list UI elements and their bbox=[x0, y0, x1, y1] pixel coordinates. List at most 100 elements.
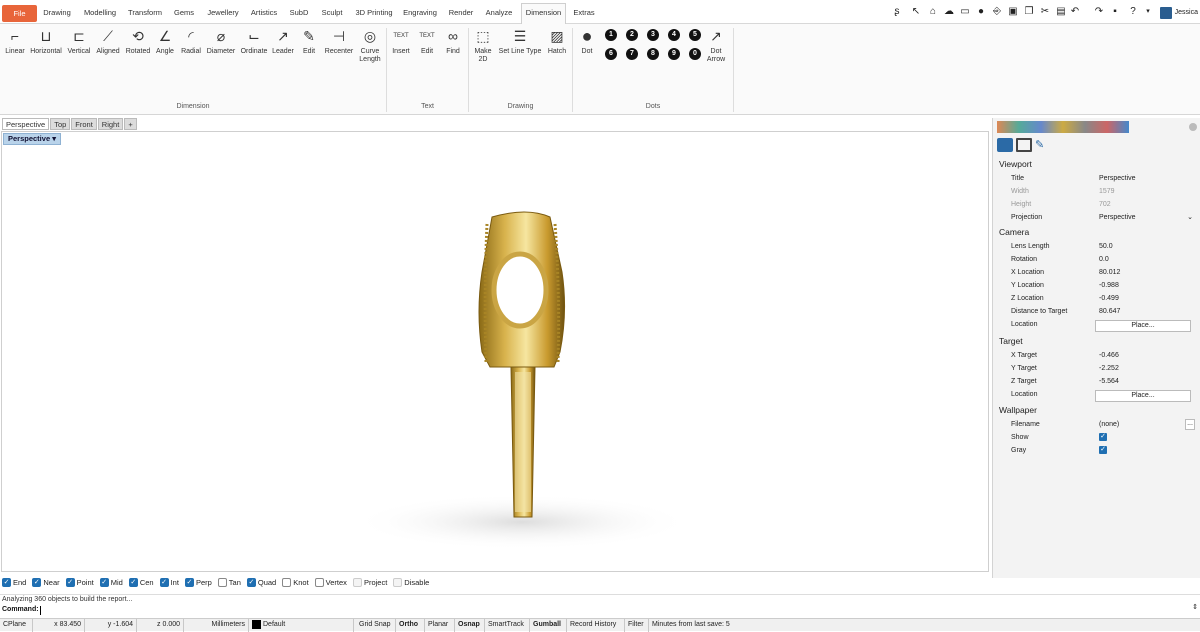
close-panel-icon[interactable] bbox=[1189, 123, 1197, 131]
y-location-value[interactable]: -0.988 bbox=[1099, 279, 1195, 291]
cloud-icon[interactable]: ☁ bbox=[942, 5, 956, 19]
chevron-down-icon[interactable]: ▾ bbox=[1141, 5, 1155, 19]
osnap-toggle[interactable]: Osnap bbox=[455, 619, 485, 632]
grid-snap-toggle[interactable]: Grid Snap bbox=[356, 619, 396, 632]
diameter-button[interactable]: ⌀ Diameter bbox=[204, 26, 238, 56]
chevron-down-icon[interactable]: ⌄ bbox=[1187, 211, 1193, 224]
dot-9-button[interactable]: 9 bbox=[668, 48, 680, 60]
osnap-disable[interactable]: Disable bbox=[393, 578, 429, 587]
x-location-value[interactable]: 80.012 bbox=[1099, 266, 1195, 278]
osnap-checkbox[interactable]: ✓ bbox=[128, 578, 138, 587]
osnap-project[interactable]: Project bbox=[352, 578, 387, 587]
dot-4-button[interactable]: 4 bbox=[668, 29, 680, 41]
tab-dimension[interactable]: Dimension bbox=[521, 3, 566, 24]
planar-toggle[interactable]: Planar bbox=[425, 619, 455, 632]
tab-analyze[interactable]: Analyze bbox=[481, 4, 517, 22]
scroll-arrows-icon[interactable]: ⇕ bbox=[1192, 603, 1198, 611]
dot-2-button[interactable]: 2 bbox=[626, 29, 638, 41]
hatch-button[interactable]: ▨ Hatch bbox=[545, 26, 569, 56]
tab-perspective[interactable]: Perspective bbox=[2, 118, 50, 130]
osnap-near[interactable]: ✓ Near bbox=[32, 578, 60, 587]
osnap-checkbox[interactable]: ✓ bbox=[99, 578, 109, 587]
osnap-mid[interactable]: ✓ Mid bbox=[99, 578, 123, 587]
osnap-checkbox[interactable]: ✓ bbox=[184, 578, 194, 587]
browse-button[interactable]: ... bbox=[1185, 419, 1195, 430]
tab-3d-printing[interactable]: 3D Printing bbox=[351, 4, 397, 22]
tab-transform[interactable]: Transform bbox=[124, 4, 166, 22]
dot-8-button[interactable]: 8 bbox=[647, 48, 659, 60]
aligned-button[interactable]: ⟋ Aligned bbox=[94, 26, 122, 56]
smarttrack-toggle[interactable]: SmartTrack bbox=[485, 619, 530, 632]
ortho-toggle[interactable]: Ortho bbox=[396, 619, 425, 632]
microphone-icon[interactable]: ● bbox=[974, 5, 988, 19]
dot-7-button[interactable]: 7 bbox=[626, 48, 638, 60]
osnap-cen[interactable]: ✓ Cen bbox=[128, 578, 154, 587]
projection-select[interactable]: Perspective bbox=[1099, 211, 1195, 223]
radial-button[interactable]: ◜ Radial bbox=[178, 26, 204, 56]
help-circle-icon[interactable]: ? bbox=[1126, 5, 1140, 19]
osnap-checkbox[interactable]: ✓ bbox=[65, 578, 75, 587]
add-viewport-icon[interactable]: + bbox=[124, 118, 137, 130]
camera-icon[interactable] bbox=[997, 138, 1013, 152]
angle-button[interactable]: ∠ Angle bbox=[153, 26, 177, 56]
show-checkbox[interactable]: ✓ bbox=[1099, 433, 1107, 442]
tab-top[interactable]: Top bbox=[50, 118, 71, 130]
gumball-toggle[interactable]: Gumball bbox=[530, 619, 567, 632]
osnap-checkbox[interactable] bbox=[217, 578, 227, 587]
osnap-perp[interactable]: ✓ Perp bbox=[184, 578, 212, 587]
dot-6-button[interactable]: 6 bbox=[605, 48, 617, 60]
tab-engraving[interactable]: Engraving bbox=[400, 4, 440, 22]
osnap-checkbox[interactable] bbox=[352, 578, 362, 587]
edit-text-button[interactable]: TEXT Edit bbox=[415, 26, 439, 56]
lens-value[interactable]: 50.0 bbox=[1099, 240, 1195, 252]
viewport-icon[interactable] bbox=[1016, 138, 1032, 152]
dot-5-button[interactable]: 5 bbox=[689, 29, 701, 41]
horizontal-button[interactable]: ⊔ Horizontal bbox=[29, 26, 63, 56]
dot-1-button[interactable]: 1 bbox=[605, 29, 617, 41]
z-location-value[interactable]: -0.499 bbox=[1099, 292, 1195, 304]
insert-text-button[interactable]: TEXT Insert bbox=[389, 26, 413, 56]
tab-gems[interactable]: Gems bbox=[170, 4, 198, 22]
layer-icon[interactable]: ▭ bbox=[958, 5, 972, 19]
title-value[interactable]: Perspective bbox=[1099, 172, 1195, 184]
recenter-button[interactable]: ⊣ Recenter bbox=[322, 26, 356, 56]
tab-file[interactable]: File bbox=[2, 5, 37, 22]
display-icon[interactable]: ▣ bbox=[1006, 5, 1020, 19]
osnap-checkbox[interactable] bbox=[314, 578, 324, 587]
paint-icon[interactable]: ✎ bbox=[1035, 138, 1049, 152]
find-text-button[interactable]: ∞ Find bbox=[441, 26, 465, 56]
osnap-checkbox[interactable]: ✓ bbox=[159, 578, 169, 587]
cut-icon[interactable]: ✂ bbox=[1038, 5, 1052, 19]
save-icon[interactable]: ▪ bbox=[1108, 5, 1122, 19]
tab-drawing[interactable]: Drawing bbox=[40, 4, 74, 22]
filename-value[interactable]: (none) bbox=[1099, 418, 1195, 430]
dot-button[interactable]: ● Dot bbox=[577, 26, 597, 56]
filter-toggle[interactable]: Filter bbox=[625, 619, 649, 632]
leader-button[interactable]: ↗ Leader bbox=[270, 26, 296, 56]
y-target-value[interactable]: -2.252 bbox=[1099, 362, 1195, 374]
osnap-point[interactable]: ✓ Point bbox=[65, 578, 94, 587]
properties-icon[interactable]: ⎆ bbox=[990, 5, 1004, 19]
osnap-toolbar-icon[interactable]: ↖ bbox=[909, 5, 923, 19]
tab-right[interactable]: Right bbox=[97, 118, 124, 130]
viewport-perspective[interactable]: Perspective ▾ bbox=[1, 131, 989, 572]
vertical-button[interactable]: ⊏ Vertical bbox=[65, 26, 93, 56]
osnap-int[interactable]: ✓ Int bbox=[159, 578, 179, 587]
tab-subd[interactable]: SubD bbox=[286, 4, 312, 22]
tab-artistics[interactable]: Artistics bbox=[247, 4, 281, 22]
select-icon[interactable]: ⌂ bbox=[926, 5, 940, 19]
user-account[interactable]: Jessica bbox=[1159, 5, 1198, 20]
curve-length-button[interactable]: ◎ Curve Length bbox=[356, 26, 384, 64]
camera-place-button[interactable]: Place... bbox=[1095, 320, 1191, 332]
cplane-label[interactable]: CPlane bbox=[0, 619, 33, 632]
x-target-value[interactable]: -0.466 bbox=[1099, 349, 1195, 361]
tab-extras[interactable]: Extras bbox=[570, 4, 598, 22]
distance-value[interactable]: 80.647 bbox=[1099, 305, 1195, 317]
set-line-type-button[interactable]: ☰ Set Line Type bbox=[497, 26, 543, 56]
osnap-checkbox[interactable]: ✓ bbox=[32, 578, 42, 587]
record-history-toggle[interactable]: Record History bbox=[567, 619, 625, 632]
tab-render[interactable]: Render bbox=[445, 4, 477, 22]
osnap-quad[interactable]: ✓ Quad bbox=[246, 578, 276, 587]
osnap-checkbox[interactable]: ✓ bbox=[2, 578, 11, 587]
help-icon[interactable]: ʂ bbox=[890, 5, 904, 19]
